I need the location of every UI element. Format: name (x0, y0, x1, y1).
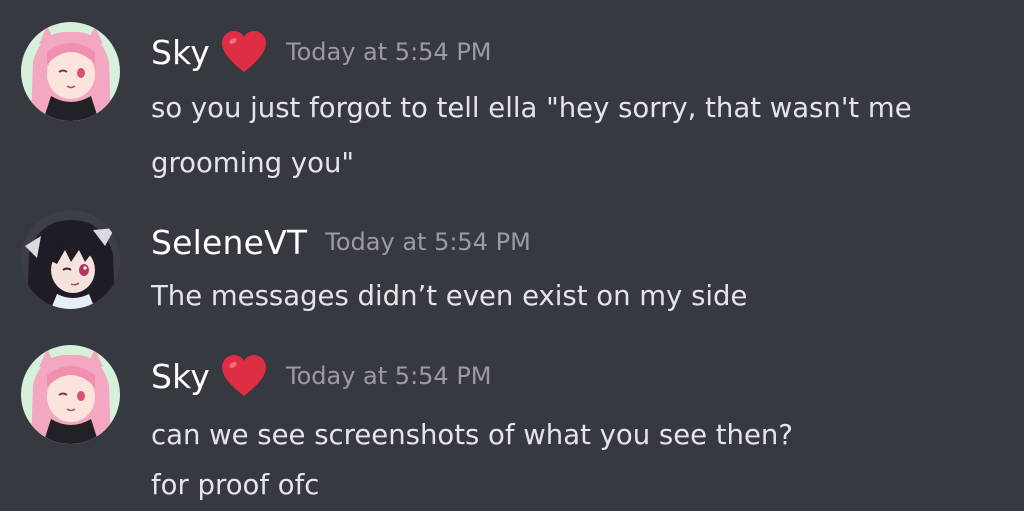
username[interactable]: SeleneVT (151, 223, 307, 262)
timestamp: Today at 5:54 PM (286, 38, 492, 66)
timestamp: Today at 5:54 PM (325, 228, 531, 256)
chat-message: Sky Today at 5:54 PM can we see screensh… (0, 330, 1024, 511)
chat-message: Sky Today at 5:54 PM so you just forgot … (0, 0, 1024, 200)
avatar-selenevt[interactable] (21, 210, 120, 309)
message-text-line: The messages didn’t even exist on my sid… (151, 280, 748, 312)
message-text-line: so you just forgot to tell ella "hey sor… (151, 92, 912, 124)
chat-message-list: Sky Today at 5:54 PM so you just forgot … (0, 0, 1024, 511)
message-text-line: grooming you" (151, 147, 355, 179)
avatar-selenevt-image (21, 210, 120, 309)
red-heart-icon (220, 30, 268, 74)
message-header: SeleneVT Today at 5:54 PM (151, 220, 531, 264)
username[interactable]: Sky (151, 357, 210, 396)
red-heart-icon (220, 354, 268, 398)
message-text-line: for proof ofc (151, 469, 320, 501)
avatar-sky[interactable] (21, 345, 120, 444)
message-header: Sky Today at 5:54 PM (151, 30, 492, 74)
avatar-sky[interactable] (21, 22, 120, 121)
avatar-sky-image (21, 345, 120, 444)
timestamp: Today at 5:54 PM (286, 362, 492, 390)
chat-message: SeleneVT Today at 5:54 PM The messages d… (0, 200, 1024, 330)
username[interactable]: Sky (151, 33, 210, 72)
message-header: Sky Today at 5:54 PM (151, 354, 492, 398)
message-text-line: can we see screenshots of what you see t… (151, 419, 793, 451)
avatar-sky-image (21, 22, 120, 121)
